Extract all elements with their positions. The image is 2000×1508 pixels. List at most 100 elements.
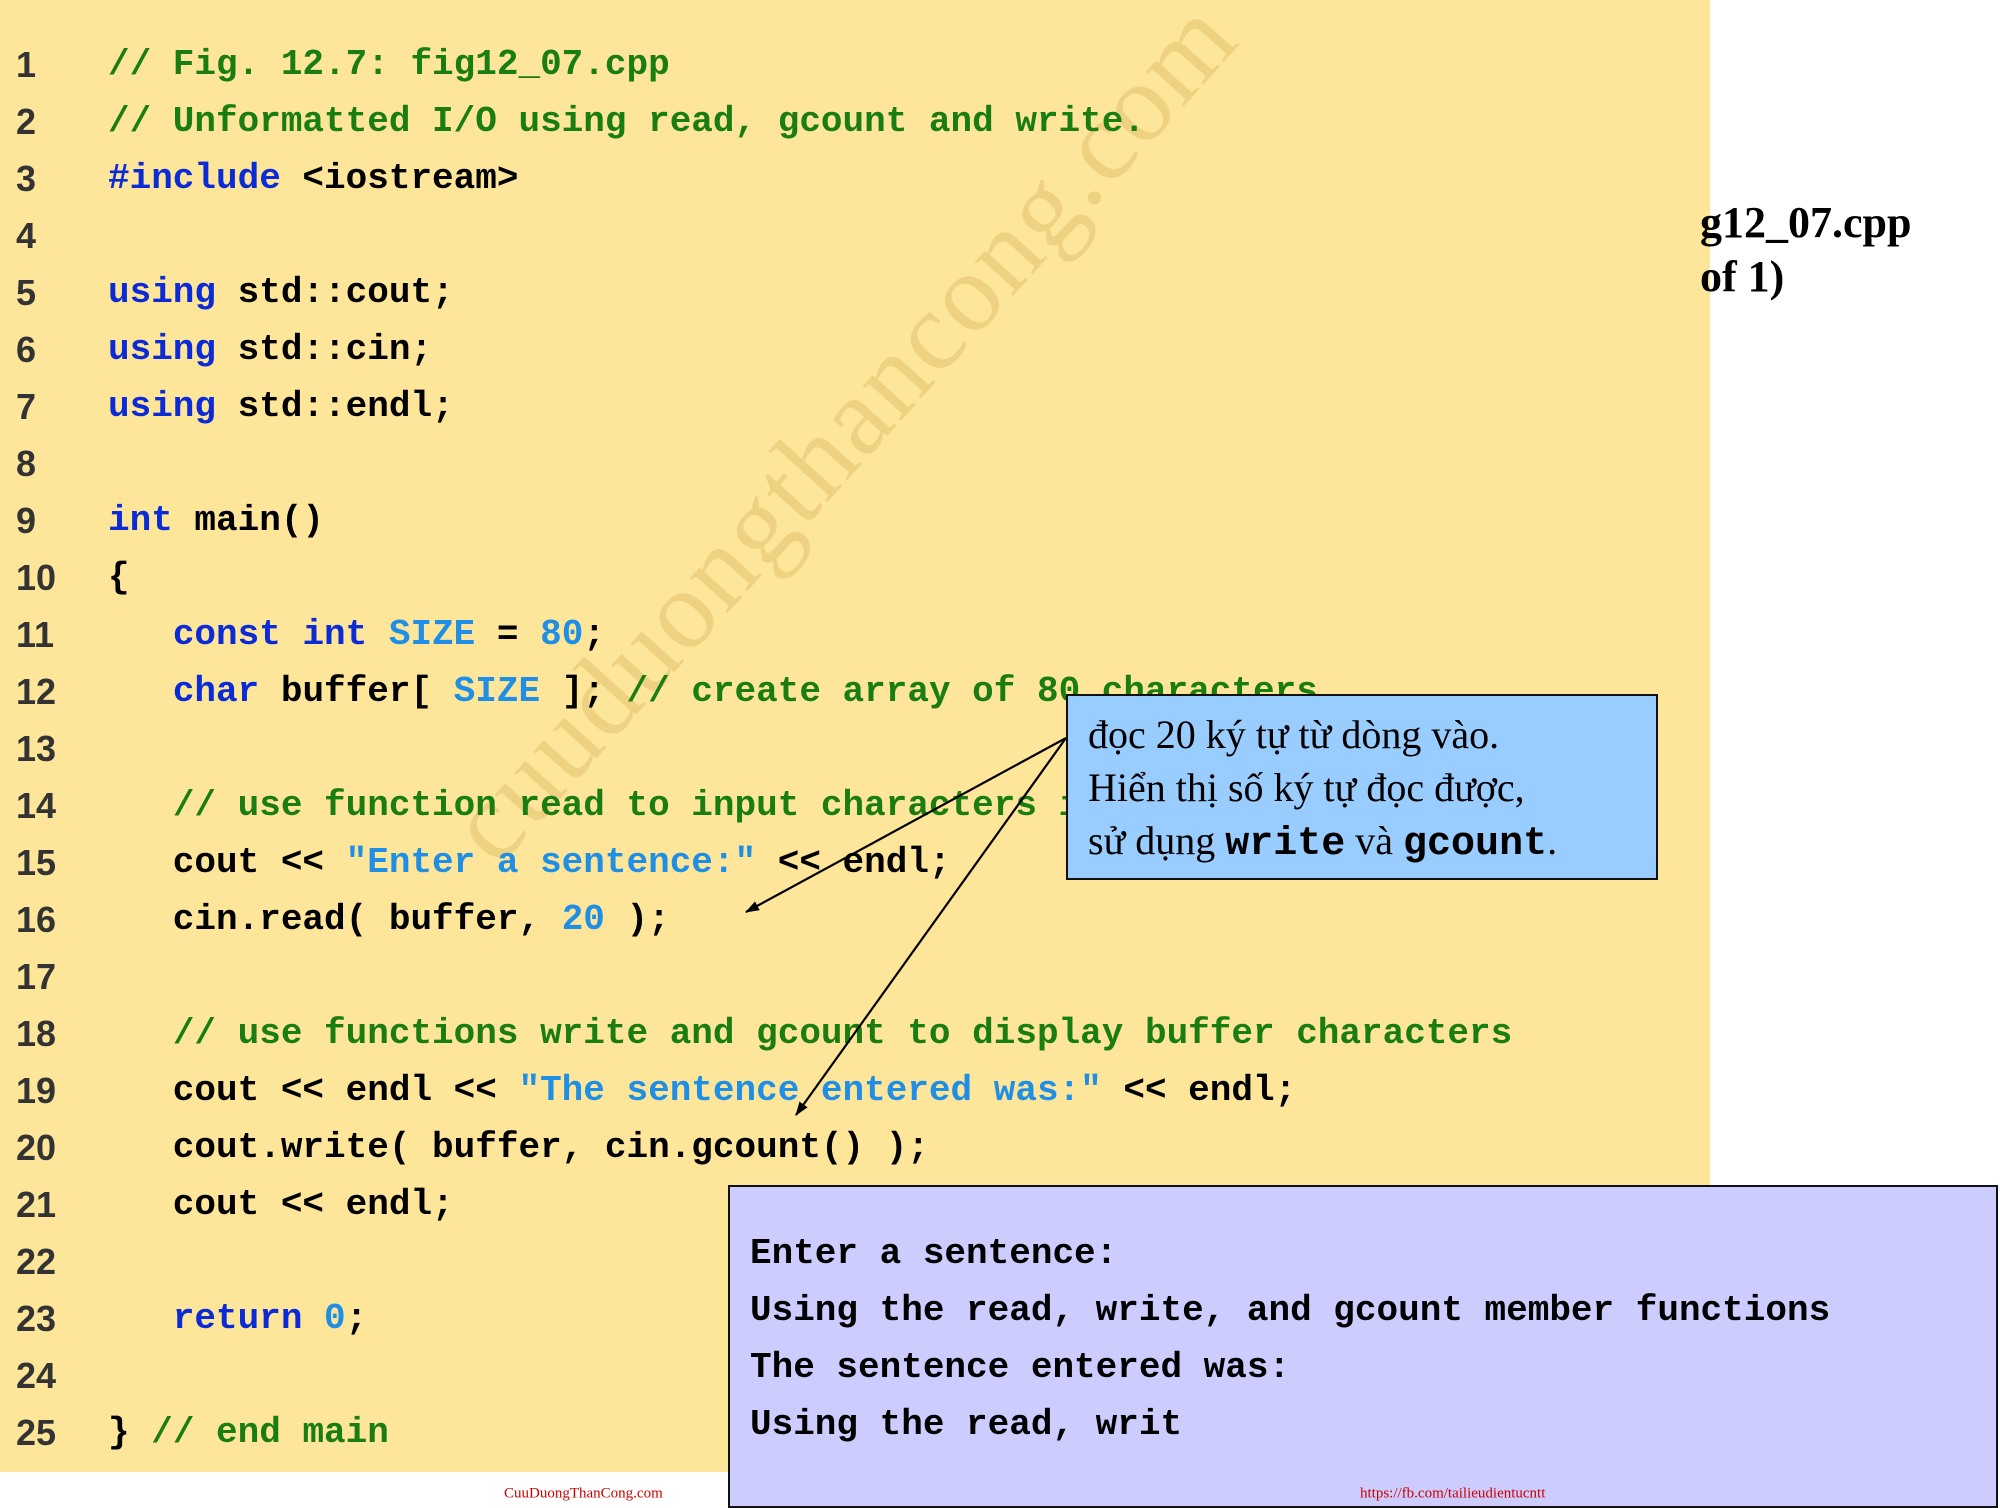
code-token: char (172, 671, 260, 712)
code-token: buffer[ (259, 671, 454, 712)
line-number: 6 (16, 329, 37, 370)
code-line: 19 cout << endl << "The sentence entered… (0, 1062, 1710, 1119)
code-token: // end main (151, 1412, 389, 1453)
line-number: 16 (16, 899, 57, 940)
code-line: 7 using std::endl; (0, 378, 1710, 435)
callout-code-gcount: gcount (1403, 822, 1548, 867)
code-text: int main() (108, 492, 324, 549)
code-line: 5 using std::cout; (0, 264, 1710, 321)
slide-title: g12_07.cpp of 1) (1700, 196, 1990, 304)
code-token: ; (345, 1298, 368, 1339)
code-token: using (108, 272, 217, 313)
code-text: using std::cin; (108, 321, 432, 378)
line-number: 21 (16, 1184, 57, 1225)
code-token: return (172, 1298, 303, 1339)
line-number: 9 (16, 500, 37, 541)
code-token: << endl; (1101, 1070, 1297, 1111)
code-token: cout << endl << (108, 1070, 519, 1111)
code-text: // use functions write and gcount to dis… (108, 1005, 1512, 1062)
line-number: 4 (16, 215, 37, 256)
code-token: "Enter a sentence:" (345, 842, 757, 883)
code-line: 18 // use functions write and gcount to … (0, 1005, 1710, 1062)
code-text: cout << endl << "The sentence entered wa… (108, 1062, 1296, 1119)
code-text: // Unformatted I/O using read, gcount an… (108, 93, 1145, 150)
code-text: // Fig. 12.7: fig12_07.cpp (108, 36, 670, 93)
explanation-callout: đọc 20 ký tự từ dòng vào. Hiển thị số ký… (1066, 694, 1658, 880)
callout-line-1: đọc 20 ký tự từ dòng vào. (1088, 712, 1500, 757)
program-output: Enter a sentence: Using the read, write,… (728, 1185, 1998, 1508)
code-token: cout << (108, 842, 346, 883)
code-token: 0 (324, 1298, 346, 1339)
code-token: ]; (540, 671, 627, 712)
line-number: 10 (16, 557, 57, 598)
code-token: cin.read( buffer, (108, 899, 562, 940)
code-token: ; (583, 614, 605, 655)
code-token: std::cout; (216, 272, 454, 313)
code-text: return 0; (108, 1290, 367, 1347)
code-line: 4 (0, 207, 1710, 264)
code-text: { (108, 549, 130, 606)
code-text: using std::cout; (108, 264, 454, 321)
line-number: 12 (16, 671, 57, 712)
code-token: "The sentence entered was:" (518, 1070, 1102, 1111)
line-number: 1 (16, 44, 37, 85)
line-number: 24 (16, 1355, 57, 1396)
callout-text: sử dụng (1088, 818, 1226, 863)
code-token: cout << endl; (108, 1184, 454, 1225)
code-token: } (108, 1412, 152, 1453)
callout-text: và (1345, 818, 1404, 863)
code-line: 1 // Fig. 12.7: fig12_07.cpp (0, 36, 1710, 93)
code-text: cout << endl; (108, 1176, 454, 1233)
code-token: int (302, 614, 368, 655)
code-token: using (108, 386, 217, 427)
code-text: #include <iostream> (108, 150, 518, 207)
code-line: 8 (0, 435, 1710, 492)
slide-title-line-1: g12_07.cpp (1700, 198, 1912, 247)
line-number: 11 (16, 614, 55, 655)
output-line: Enter a sentence: (750, 1233, 1118, 1274)
code-text: cout << "Enter a sentence:" << endl; (108, 834, 951, 891)
code-line: 9 int main() (0, 492, 1710, 549)
code-text: } // end main (108, 1404, 389, 1461)
code-line: 6 using std::cin; (0, 321, 1710, 378)
code-token: main() (172, 500, 325, 541)
slide-title-line-2: of 1) (1700, 252, 1785, 301)
code-token: << endl; (756, 842, 951, 883)
output-line: Using the read, write, and gcount member… (750, 1290, 1831, 1331)
code-text: cout.write( buffer, cin.gcount() ); (108, 1119, 929, 1176)
line-number: 25 (16, 1412, 57, 1453)
code-token: #include (108, 158, 281, 199)
line-number: 15 (16, 842, 57, 883)
callout-line-3: sử dụng write và gcount. (1088, 814, 1656, 871)
line-number: 2 (16, 101, 37, 142)
line-number: 8 (16, 443, 37, 484)
line-number: 5 (16, 272, 37, 313)
code-text: const int SIZE = 80; (108, 606, 605, 663)
code-token: const (172, 614, 281, 655)
line-number: 13 (16, 728, 57, 769)
code-token: = (475, 614, 541, 655)
code-token: <iostream> (280, 158, 519, 199)
code-token: using (108, 329, 217, 370)
output-line: The sentence entered was: (750, 1347, 1291, 1388)
code-line: 3 #include <iostream> (0, 150, 1710, 207)
line-number: 19 (16, 1070, 57, 1111)
code-token: // Fig. 12.7: fig12_07.cpp (108, 44, 670, 85)
code-line: 17 (0, 948, 1710, 1005)
code-token: { (108, 557, 130, 598)
code-text: cin.read( buffer, 20 ); (108, 891, 670, 948)
callout-text: . (1547, 818, 1558, 863)
code-line: 10 { (0, 549, 1710, 606)
code-token: std::cin; (216, 329, 433, 370)
code-token: // Unformatted I/O using read, gcount an… (108, 101, 1145, 142)
code-line: 11 const int SIZE = 80; (0, 606, 1710, 663)
line-number: 23 (16, 1298, 57, 1339)
callout-code-write: write (1225, 822, 1346, 867)
code-line: 2 // Unformatted I/O using read, gcount a… (0, 93, 1710, 150)
